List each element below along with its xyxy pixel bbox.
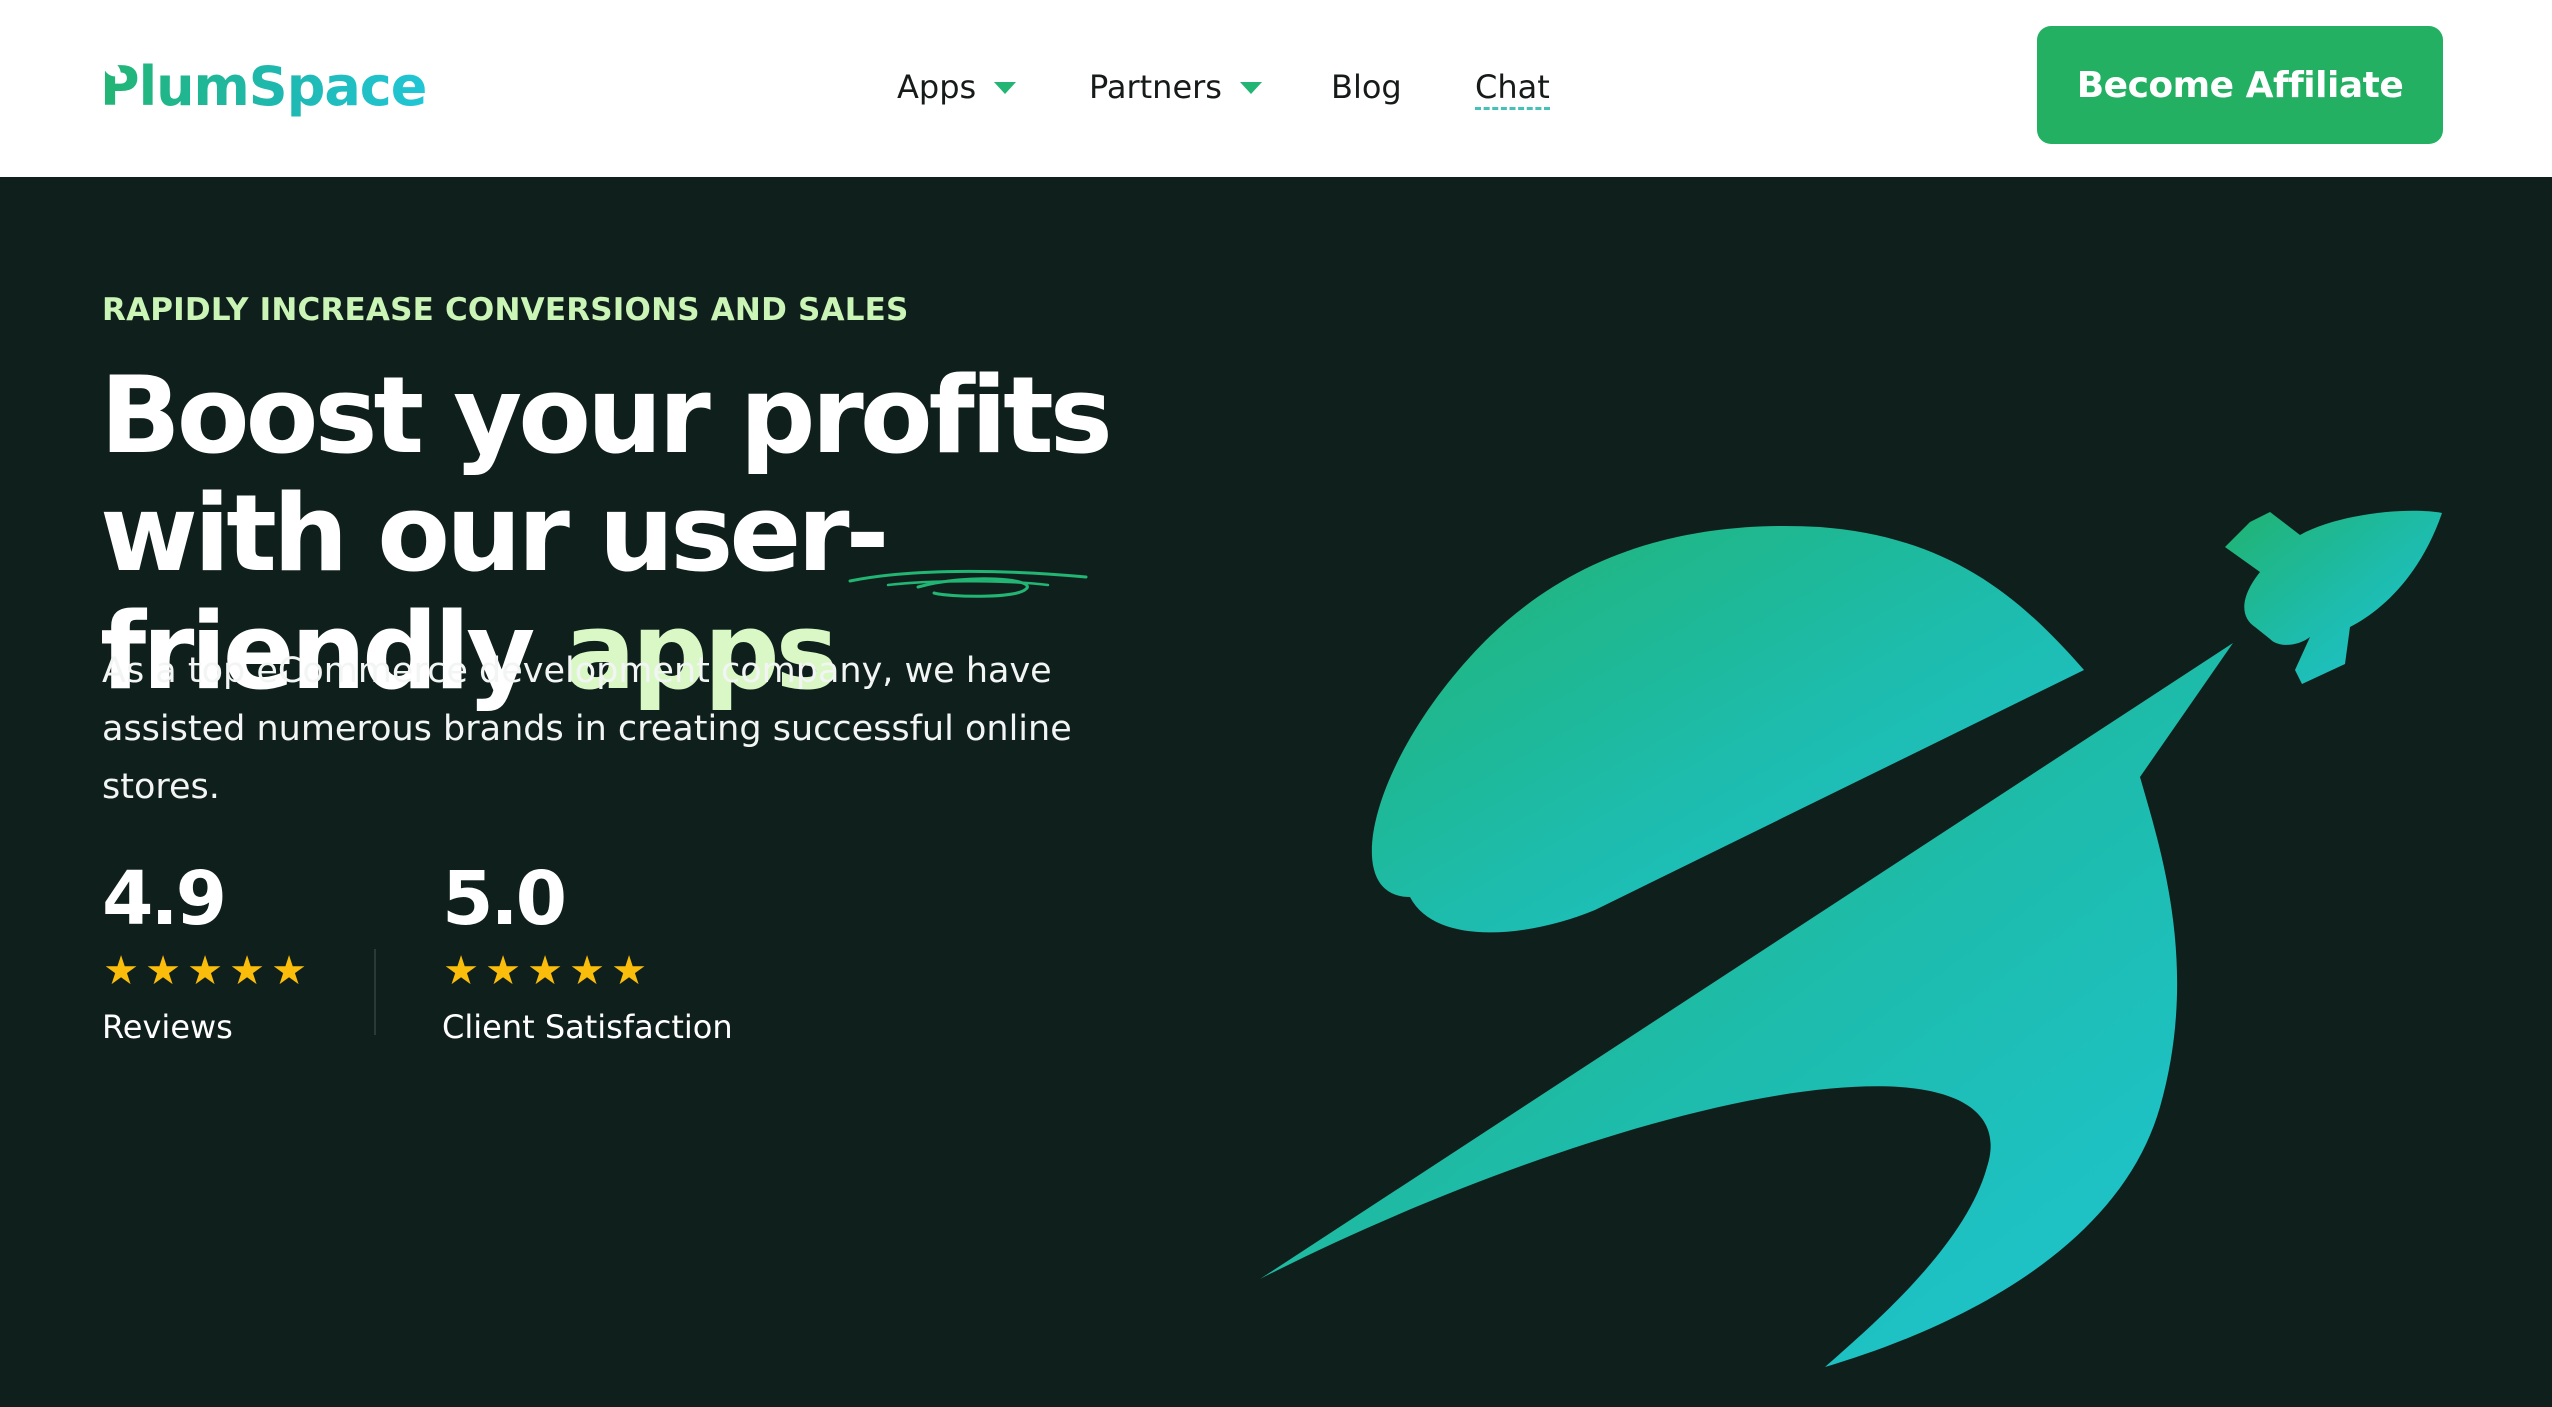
- star-rating: ★ ★ ★ ★ ★: [442, 949, 733, 993]
- star-icon: ★: [611, 948, 647, 994]
- stat-label: Reviews: [102, 1008, 233, 1046]
- nav-item-label: Blog: [1331, 68, 1402, 106]
- site-header: PlumSpace Apps Partners Blog Chat Become…: [0, 0, 2552, 177]
- hero-eyebrow: RAPIDLY INCREASE CONVERSIONS AND SALES: [102, 292, 909, 328]
- stat-client-satisfaction: 5.0 ★ ★ ★ ★ ★ Client Satisfaction: [442, 857, 733, 1047]
- star-icon: ★: [187, 948, 223, 994]
- star-icon: ★: [569, 948, 605, 994]
- stat-reviews: 4.9 ★ ★ ★ ★ ★ Reviews: [102, 857, 308, 1047]
- nav-item-partners[interactable]: Partners: [1089, 52, 1262, 122]
- star-icon: ★: [527, 948, 563, 994]
- star-icon: ★: [229, 948, 265, 994]
- star-icon: ★: [443, 948, 479, 994]
- star-icon: ★: [103, 948, 139, 994]
- star-icon: ★: [271, 948, 307, 994]
- nav-item-label: Partners: [1089, 68, 1222, 106]
- nav-item-label: Apps: [897, 68, 977, 106]
- nav-item-blog[interactable]: Blog: [1331, 52, 1402, 122]
- hero-section: RAPIDLY INCREASE CONVERSIONS AND SALES B…: [0, 177, 2552, 1367]
- rocket-planet-icon: [1260, 510, 2442, 1367]
- chevron-down-icon: [994, 82, 1017, 94]
- chevron-down-icon: [1239, 82, 1262, 94]
- nav-item-label: Chat: [1475, 68, 1550, 106]
- star-icon: ★: [145, 948, 181, 994]
- become-affiliate-button[interactable]: Become Affiliate: [2037, 26, 2443, 144]
- star-rating: ★ ★ ★ ★ ★: [102, 949, 308, 993]
- star-icon: ★: [485, 948, 521, 994]
- nav-item-apps[interactable]: Apps: [897, 52, 1017, 122]
- stat-value: 5.0: [442, 856, 567, 942]
- scribble-underline-icon: [848, 569, 1088, 598]
- stat-label: Client Satisfaction: [442, 1008, 733, 1046]
- stat-divider: [374, 949, 376, 1035]
- nav-item-chat[interactable]: Chat: [1475, 52, 1550, 122]
- hero-description: As a top eCommerce development company, …: [102, 651, 1072, 807]
- stat-value: 4.9: [102, 856, 227, 942]
- dashed-underline: [1475, 107, 1550, 110]
